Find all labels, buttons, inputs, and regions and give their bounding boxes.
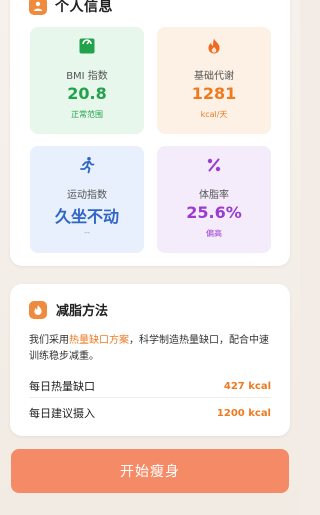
metric-bmr-unit: kcal/天 xyxy=(200,110,228,119)
metric-body-fat-status: 偏高 xyxy=(206,229,222,238)
profile-card-header: 个人信息 xyxy=(29,0,113,16)
metric-activity-sub: -- xyxy=(84,228,90,237)
percent-icon xyxy=(157,156,271,176)
running-icon xyxy=(30,156,144,176)
metric-body-fat-value: 25.6% xyxy=(186,203,242,222)
flame-icon xyxy=(29,300,47,319)
plan-card: 减脂方法 我们采用热量缺口方案，科学制造热量缺口，配合中速训练稳步减重。 每日热… xyxy=(10,284,290,436)
profile-card: 个人信息 BMI 指数 20.8 正常范围 基础代谢 1281 kcal/天 运… xyxy=(10,0,290,266)
recommended-intake-row: 每日建议摄入 1200 kcal xyxy=(29,405,271,421)
start-slimming-button[interactable]: 开始瘦身 xyxy=(11,449,289,493)
plan-description: 我们采用热量缺口方案，科学制造热量缺口，配合中速训练稳步减重。 xyxy=(29,333,274,365)
metric-bmi-label: BMI 指数 xyxy=(66,71,108,82)
metric-bmi-value: 20.8 xyxy=(67,84,107,103)
metric-bmr-value: 1281 xyxy=(191,84,237,103)
calorie-deficit-row: 每日热量缺口 427 kcal xyxy=(29,378,271,394)
plan-card-header: 减脂方法 xyxy=(29,300,108,319)
plan-description-prefix: 我们采用 xyxy=(29,335,69,346)
metric-bmr: 基础代谢 1281 kcal/天 xyxy=(157,27,271,134)
metric-body-fat: 体脂率 25.6% 偏高 xyxy=(157,146,271,253)
profile-card-title: 个人信息 xyxy=(55,0,113,15)
plan-description-highlight: 热量缺口方案 xyxy=(69,335,129,346)
metric-bmi: BMI 指数 20.8 正常范围 xyxy=(30,27,144,134)
recommended-intake-value: 1200 kcal xyxy=(216,407,271,419)
flame-icon xyxy=(157,37,271,57)
calorie-deficit-value: 427 kcal xyxy=(223,380,271,392)
metric-activity-label: 运动指数 xyxy=(67,190,107,201)
row-divider xyxy=(29,397,271,398)
user-icon xyxy=(29,0,47,15)
metric-activity: 运动指数 久坐不动 -- xyxy=(30,146,144,253)
metric-body-fat-label: 体脂率 xyxy=(199,190,229,201)
calorie-deficit-label: 每日热量缺口 xyxy=(29,380,95,393)
metric-bmi-status: 正常范围 xyxy=(71,110,103,119)
page: 个人信息 BMI 指数 20.8 正常范围 基础代谢 1281 kcal/天 运… xyxy=(0,0,300,515)
metric-bmr-label: 基础代谢 xyxy=(194,71,234,82)
plan-card-title: 减脂方法 xyxy=(56,304,109,319)
recommended-intake-label: 每日建议摄入 xyxy=(29,407,95,420)
metric-activity-value: 久坐不动 xyxy=(54,207,119,226)
scale-icon xyxy=(30,37,144,57)
